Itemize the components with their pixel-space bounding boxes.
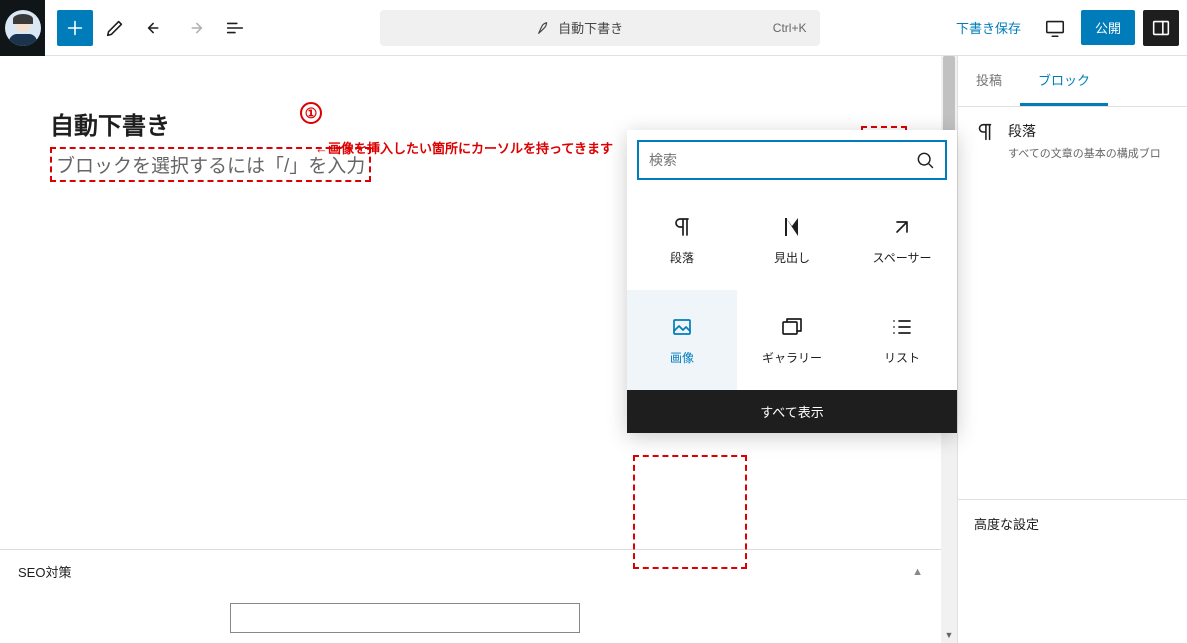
block-inserter-popover: 段落 見出し スペーサー 画像 ギャラリー リスト すべて表示 [627,130,957,433]
spacer-icon [890,215,914,239]
document-overview-button[interactable] [217,10,253,46]
block-option-heading[interactable]: 見出し [737,190,847,290]
search-icon [915,150,935,170]
annotation-1-text: ←画像を挿入したい箇所にカーソルを持ってきます [315,138,613,157]
editor-toolbar: 自動下書き Ctrl+K 下書き保存 公開 [0,0,1187,56]
sidebar-icon [1150,17,1172,39]
block-option-list[interactable]: リスト [847,290,957,390]
list-icon [890,315,914,339]
undo-button[interactable] [137,10,173,46]
redo-icon [184,17,206,39]
toolbar-right-actions: 下書き保存 公開 [948,10,1179,46]
site-avatar-button[interactable] [0,0,45,56]
outline-icon [224,17,246,39]
document-title-text: 自動下書き [558,18,623,37]
block-name: 段落 [1008,121,1161,141]
shortcut-hint: Ctrl+K [773,21,807,35]
scroll-down-arrow[interactable]: ▼ [941,627,957,643]
block-summary: 段落 すべての文章の基本の構成ブロ [958,107,1187,169]
undo-icon [144,17,166,39]
heading-icon [780,215,804,239]
preview-button[interactable] [1037,10,1073,46]
show-all-blocks-button[interactable]: すべて表示 [627,390,957,433]
block-option-image[interactable]: 画像 [627,290,737,390]
block-option-paragraph[interactable]: 段落 [627,190,737,290]
sidebar-tabs: 投稿 ブロック [958,56,1187,107]
image-icon [670,315,694,339]
edit-mode-button[interactable] [97,10,133,46]
plus-icon [64,17,86,39]
collapse-icon: ▲ [912,566,923,578]
inserter-search-input[interactable] [649,152,915,168]
settings-sidebar: 投稿 ブロック 段落 すべての文章の基本の構成ブロ 高度な設定 [957,56,1187,643]
paragraph-icon [670,215,694,239]
tab-post[interactable]: 投稿 [958,56,1020,106]
settings-toggle-button[interactable] [1143,10,1179,46]
save-draft-button[interactable]: 下書き保存 [948,12,1029,43]
block-option-spacer[interactable]: スペーサー [847,190,957,290]
document-title-bar: 自動下書き Ctrl+K [257,10,944,46]
block-inserter-button[interactable] [57,10,93,46]
inserter-search-wrap [637,140,947,180]
seo-panel-body [0,593,941,643]
seo-panel: SEO対策 ▲ [0,549,941,643]
redo-button[interactable] [177,10,213,46]
paragraph-icon [974,121,996,143]
tab-block[interactable]: ブロック [1020,56,1108,106]
avatar [5,10,41,46]
seo-panel-title: SEO対策 [18,562,71,581]
publish-button[interactable]: 公開 [1081,10,1135,45]
pencil-icon [104,17,126,39]
block-option-gallery[interactable]: ギャラリー [737,290,847,390]
desktop-icon [1044,17,1066,39]
post-icon [536,20,552,36]
advanced-settings-toggle[interactable]: 高度な設定 [958,499,1187,547]
annotation-1-number: ① [300,102,322,124]
block-grid: 段落 見出し スペーサー 画像 ギャラリー リスト [627,190,957,390]
seo-input[interactable] [230,603,580,633]
gallery-icon [780,315,804,339]
block-description: すべての文章の基本の構成ブロ [1008,145,1161,161]
seo-panel-header[interactable]: SEO対策 ▲ [0,550,941,593]
document-title-button[interactable]: 自動下書き Ctrl+K [380,10,820,46]
